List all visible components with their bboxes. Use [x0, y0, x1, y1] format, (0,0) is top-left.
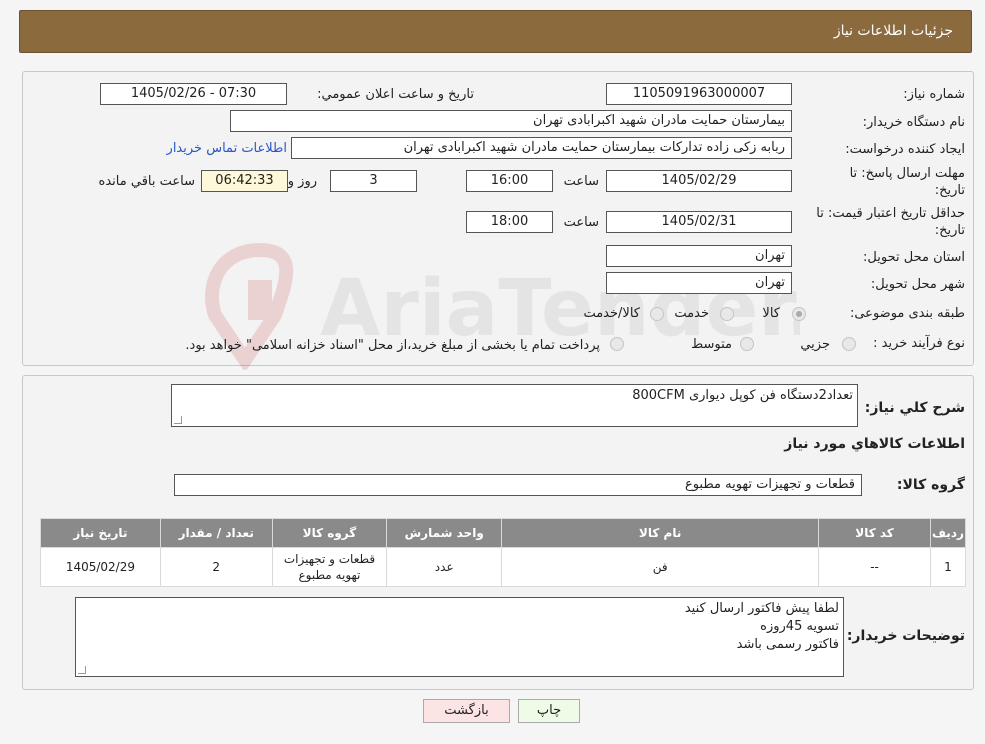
process-radio-medium[interactable] — [740, 337, 754, 351]
table-header-quantity: تعداد / مقدار — [160, 519, 272, 547]
process-radio-small[interactable] — [842, 337, 856, 351]
category-radio-service[interactable] — [720, 307, 734, 321]
goods-group-field: قطعات و تجهیزات تهویه مطبوع — [174, 474, 862, 496]
category-option-goods: کالا — [762, 306, 780, 321]
send-deadline-time-label: ساعت — [563, 174, 599, 189]
send-deadline-date-field: 1405/02/29 — [606, 170, 792, 192]
remaining-time-field: 06:42:33 — [201, 170, 288, 192]
announce-label: تاریخ و ساعت اعلان عمومي: — [317, 87, 474, 102]
days-label: روز و — [287, 174, 317, 189]
process-option-medium: متوسط — [691, 337, 732, 352]
remaining-label: ساعت باقي مانده — [98, 174, 195, 189]
page-title: جزئیات اطلاعات نیاز — [833, 23, 953, 39]
buyer-org-field: بیمارستان حمایت مادران شهید اکبرابادی ته… — [230, 110, 792, 132]
process-label: نوع فرآیند خرید : — [873, 336, 965, 351]
category-option-goods-service: کالا/خدمت — [583, 306, 640, 321]
table-header-row: ردیف کد کالا نام کالا واحد شمارش گروه کا… — [41, 519, 965, 547]
announce-field: 1405/02/26 - 07:30 — [100, 83, 287, 105]
province-field: تهران — [606, 245, 792, 267]
resize-handle-icon[interactable] — [78, 666, 86, 674]
table-header-group: گروه کالا — [272, 519, 387, 547]
city-label: شهر محل تحویل: — [870, 277, 965, 292]
city-field: تهران — [606, 272, 792, 294]
table-row: 1 -- فن عدد قطعات و تجهیزات تهویه مطبوع … — [41, 548, 965, 586]
send-deadline-label: مهلت ارسال پاسخ: تا — [849, 166, 965, 181]
buyer-note-line: فاکتور رسمی باشد — [736, 637, 839, 652]
page-header: جزئیات اطلاعات نیاز — [19, 10, 972, 53]
table-cell-need-date: 1405/02/29 — [41, 548, 160, 586]
creator-field: ربابه زکی زاده تدارکات بیمارستان حمایت م… — [291, 137, 792, 159]
resize-handle-icon[interactable] — [174, 416, 182, 424]
description-field: تعداد2دستگاه فن کوپل دیواری 800CFM — [171, 384, 858, 427]
table-cell-index: 1 — [930, 548, 965, 586]
price-validity-date-field: 1405/02/31 — [606, 211, 792, 233]
table-cell-quantity: 2 — [160, 548, 272, 586]
price-validity-time-field: 18:00 — [466, 211, 553, 233]
price-validity-label-date: تاریخ: — [934, 223, 965, 238]
process-note: پرداخت تمام یا بخشی از مبلغ خرید،از محل … — [185, 338, 600, 353]
contact-buyer-link[interactable]: اطلاعات تماس خریدار — [167, 141, 287, 156]
description-text: تعداد2دستگاه فن کوپل دیواری 800CFM — [632, 388, 853, 403]
buyer-note-line: تسویه 45روزه — [760, 619, 839, 634]
print-button[interactable]: چاپ — [518, 699, 580, 723]
buyer-org-label: نام دستگاه خریدار: — [862, 115, 965, 130]
goods-group-label: گروه کالا: — [896, 477, 965, 493]
table-header-code: کد کالا — [819, 519, 930, 547]
price-validity-label: حداقل تاریخ اعتبار قیمت: تا — [816, 206, 965, 221]
price-validity-time-label: ساعت — [563, 215, 599, 230]
table-header-name: نام کالا — [502, 519, 819, 547]
category-radio-goods-service[interactable] — [650, 307, 664, 321]
table-cell-code: -- — [819, 548, 930, 586]
back-button[interactable]: بازگشت — [423, 699, 510, 723]
province-label: استان محل تحویل: — [863, 250, 965, 265]
days-field: 3 — [330, 170, 417, 192]
buyer-notes-field: لطفا پیش فاکتور ارسال کنید تسویه 45روزه … — [75, 597, 844, 677]
buyer-note-line: لطفا پیش فاکتور ارسال کنید — [684, 601, 839, 616]
need-number-label: شماره نیاز: — [903, 87, 965, 102]
goods-table: ردیف کد کالا نام کالا واحد شمارش گروه کا… — [40, 518, 966, 587]
buyer-notes-label: توضیحات خریدار: — [846, 628, 965, 644]
process-radio-treasury[interactable] — [610, 337, 624, 351]
goods-info-title: اطلاعات کالاهاي مورد نیاز — [784, 436, 965, 452]
table-header-row-index: ردیف — [930, 519, 965, 547]
table-cell-group: قطعات و تجهیزات تهویه مطبوع — [272, 548, 387, 586]
need-number-field: 1105091963000007 — [606, 83, 792, 105]
creator-label: ایجاد کننده درخواست: — [845, 142, 965, 157]
description-label: شرح کلي نیاز: — [864, 400, 965, 416]
category-label: طبقه بندی موضوعی: — [849, 306, 965, 321]
category-radio-goods[interactable] — [792, 307, 806, 321]
table-cell-name: فن — [502, 548, 819, 586]
table-header-unit: واحد شمارش — [387, 519, 502, 547]
send-deadline-time-field: 16:00 — [466, 170, 553, 192]
table-cell-unit: عدد — [387, 548, 502, 586]
category-option-service: خدمت — [674, 306, 709, 321]
process-option-small: جزيي — [800, 337, 830, 352]
send-deadline-label-date: تاریخ: — [934, 183, 965, 198]
table-header-need-date: تاریخ نیاز — [41, 519, 160, 547]
